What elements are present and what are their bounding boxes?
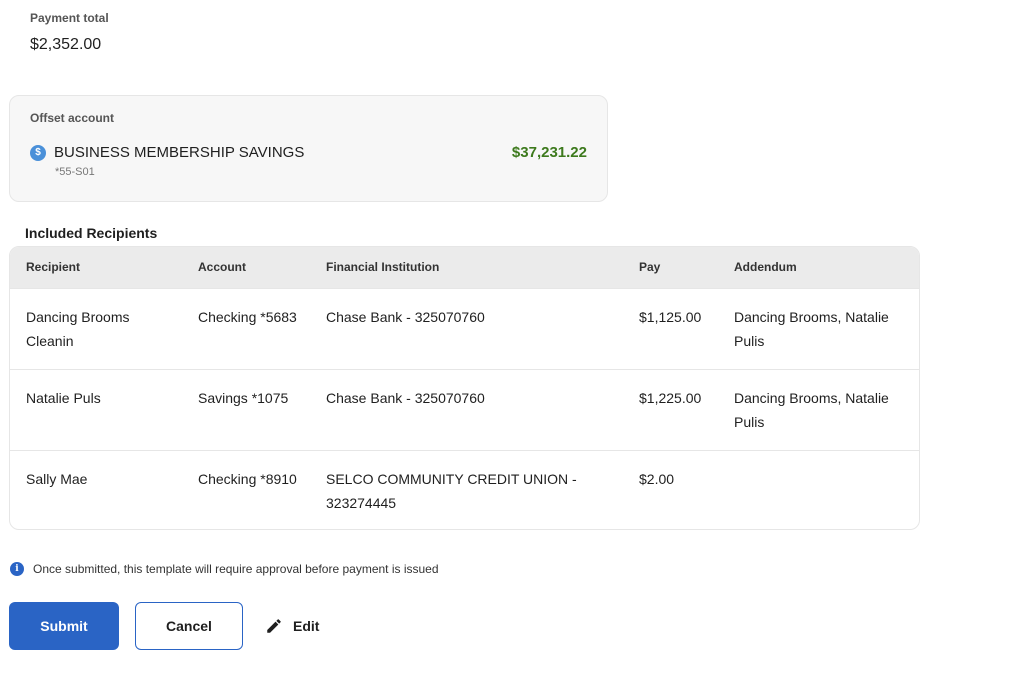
submit-button[interactable]: Submit <box>9 602 119 650</box>
cell-institution: SELCO COMMUNITY CREDIT UNION - 323274445 <box>326 471 577 511</box>
cell-account: Savings *1075 <box>198 390 289 406</box>
recipients-table: Recipient Account Financial Institution … <box>9 246 920 530</box>
cell-account: Checking *5683 <box>198 309 297 325</box>
offset-account-number: *55-S01 <box>55 166 95 178</box>
approval-notice-text: Once submitted, this template will requi… <box>33 562 439 576</box>
payment-total-label: Payment total <box>30 11 109 25</box>
cell-recipient: Dancing Brooms Cleanin <box>26 309 130 349</box>
cancel-button[interactable]: Cancel <box>135 602 243 650</box>
table-row: Dancing Brooms Cleanin Checking *5683 Ch… <box>10 288 919 369</box>
table-row: Natalie Puls Savings *1075 Chase Bank - … <box>10 369 919 450</box>
cell-addendum: Dancing Brooms, Natalie Pulis <box>734 309 889 349</box>
cell-pay: $2.00 <box>639 471 675 487</box>
approval-notice: i Once submitted, this template will req… <box>10 562 439 576</box>
cell-account: Checking *8910 <box>198 471 297 487</box>
pencil-icon <box>267 619 281 633</box>
header-institution: Financial Institution <box>326 260 440 274</box>
cell-addendum: Dancing Brooms, Natalie Pulis <box>734 390 889 430</box>
cell-recipient: Natalie Puls <box>26 390 101 406</box>
info-icon: i <box>10 562 24 576</box>
edit-button-label: Edit <box>293 618 320 634</box>
cell-pay: $1,225.00 <box>639 390 702 406</box>
cell-institution: Chase Bank - 325070760 <box>326 390 485 406</box>
header-addendum: Addendum <box>734 260 797 274</box>
payment-total-value: $2,352.00 <box>30 36 102 53</box>
offset-account-label: Offset account <box>30 111 115 125</box>
table-header: Recipient Account Financial Institution … <box>10 247 919 288</box>
payment-total: Payment total $2,352.00 <box>30 10 109 55</box>
recipients-title: Included Recipients <box>25 225 158 241</box>
cell-institution: Chase Bank - 325070760 <box>326 309 485 325</box>
offset-account-balance: $37,231.22 <box>511 144 587 161</box>
header-account: Account <box>198 260 246 274</box>
cell-pay: $1,125.00 <box>639 309 702 325</box>
offset-account-name: BUSINESS MEMBERSHIP SAVINGS <box>54 144 305 161</box>
cell-recipient: Sally Mae <box>26 471 88 487</box>
table-row: Sally Mae Checking *8910 SELCO COMMUNITY… <box>10 450 919 529</box>
edit-button[interactable]: Edit <box>265 612 319 640</box>
offset-account-card: Offset account $ BUSINESS MEMBERSHIP SAV… <box>9 95 608 202</box>
header-pay: Pay <box>639 260 661 274</box>
header-recipient: Recipient <box>26 260 81 274</box>
dollar-circle-icon: $ <box>30 145 46 161</box>
